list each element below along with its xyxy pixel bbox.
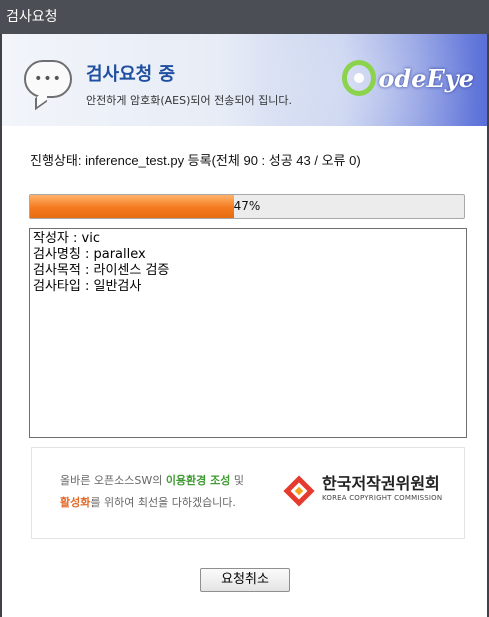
window-title: 검사요청 [6,9,58,25]
banner-text-segment: 를 위하여 최선을 다하겠습니다. [90,496,236,509]
header-banner: ••• 검사요청 중 안전하게 암호화(AES)되어 전송되어 집니다. ode… [2,34,487,126]
banner-text-segment: 올바른 오픈소스SW의 [60,474,166,487]
request-info-textarea[interactable]: 작성자 : vic 검사명칭 : parallex 검사목적 : 라이센스 검증… [29,228,467,438]
window-title-bar: 검사요청 [0,0,489,34]
log-line-inspection-purpose: 검사목적 : 라이센스 검증 [33,263,170,278]
cancel-request-button[interactable]: 요청취소 [200,568,290,592]
logo-text: odeEye [378,63,474,93]
banner-message-line-1: 올바른 오픈소스SW의 이용환경 조성 및 [60,470,244,492]
header-title: 검사요청 중 [86,64,176,85]
banner-message-line-2: 활성화를 위하여 최선을 다하겠습니다. [60,492,244,514]
kcc-org-english-name: KOREA COPYRIGHT COMMISSION [322,494,443,502]
header-subtitle: 안전하게 암호화(AES)되어 전송되어 집니다. [86,94,292,107]
progress-bar: 47% [29,194,465,219]
banner-highlight-green: 이용환경 조성 [165,474,231,487]
speech-bubble-icon: ••• [24,60,72,98]
kcc-diamond-icon [283,475,315,507]
log-line-author: 작성자 : vic [33,231,100,246]
logo-c-ring-icon [342,60,377,96]
banner-highlight-orange: 활성화 [60,496,91,509]
banner-message: 올바른 오픈소스SW의 이용환경 조성 및 활성화를 위하여 최선을 다하겠습니… [60,470,244,514]
banner-text-segment: 및 [230,474,244,487]
log-line-inspection-name: 검사명칭 : parallex [33,247,146,262]
progress-status-text: 진행상태: inference_test.py 등록(전체 90 : 성공 43… [30,153,361,168]
copyright-commission-banner: 올바른 오픈소스SW의 이용환경 조성 및 활성화를 위하여 최선을 다하겠습니… [31,447,465,539]
codeeye-logo: odeEye [342,54,474,102]
kcc-org-name: 한국저작권위원회 [322,474,440,493]
kcc-logo: 한국저작권위원회 KOREA COPYRIGHT COMMISSION [283,470,448,518]
progress-percent-label: 47% [233,199,261,213]
log-line-inspection-type: 검사타입 : 일반검사 [33,279,142,294]
